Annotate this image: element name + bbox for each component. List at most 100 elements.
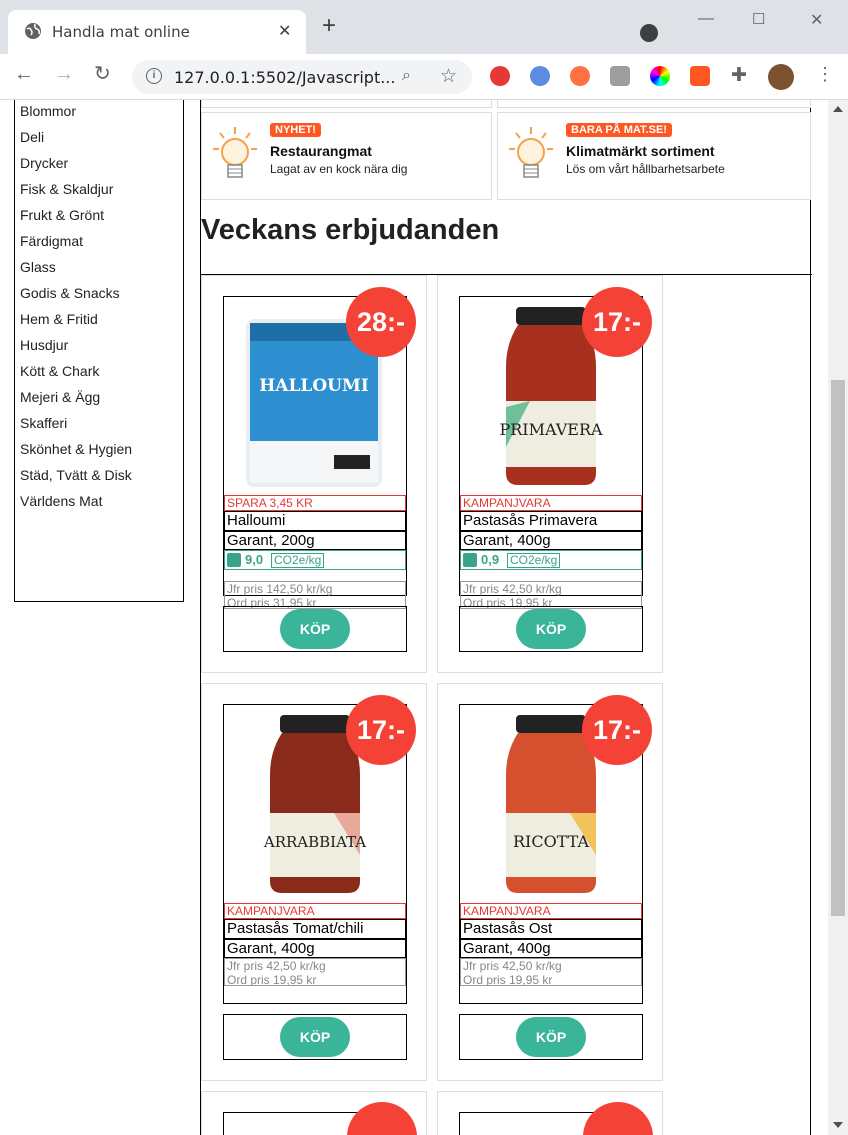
tab-title: Handla mat online: [52, 23, 190, 41]
buy-area: KÖP: [223, 606, 407, 652]
sidebar-item[interactable]: Fisk & Skaldjur: [20, 179, 183, 205]
product-name[interactable]: Pastasås Ost: [460, 919, 642, 939]
compare-price: Jfr pris 42,50 kr/kg: [463, 959, 562, 973]
campaign-tag: KAMPANJVARA: [460, 903, 642, 919]
svg-text:HALLOUMI: HALLOUMI: [259, 376, 369, 396]
product-card-partial: [201, 1091, 427, 1135]
scroll-thumb[interactable]: [831, 380, 845, 916]
extension-icon[interactable]: [690, 66, 710, 86]
reload-icon[interactable]: ↻: [94, 64, 111, 84]
url-text: 127.0.0.1:5502/Javascript...: [174, 68, 396, 87]
sidebar-item[interactable]: Skönhet & Hygien: [20, 439, 183, 465]
category-sidebar: Blommor Deli Drycker Fisk & Skaldjur Fru…: [14, 100, 184, 602]
compare-price: Jfr pris 142,50 kr/kg: [227, 582, 333, 596]
sidebar-item[interactable]: Godis & Snacks: [20, 283, 183, 309]
address-bar[interactable]: i 127.0.0.1:5502/Javascript... ⌕ ☆: [132, 60, 472, 94]
sidebar-item[interactable]: Drycker: [20, 153, 183, 179]
product-brand-size: Garant, 400g: [460, 531, 642, 550]
svg-text:ARRABBIATA: ARRABBIATA: [263, 833, 366, 851]
buy-area: KÖP: [459, 1014, 643, 1060]
price-info: Jfr pris 42,50 kr/kg Ord pris 19,95 kr: [224, 958, 406, 986]
extension-icon[interactable]: [570, 66, 590, 86]
back-icon[interactable]: ←: [14, 64, 34, 84]
camera-extension-icon[interactable]: [610, 66, 630, 86]
scroll-up-icon[interactable]: [833, 106, 843, 112]
ordinary-price: Ord pris 19,95 kr: [227, 973, 317, 986]
tab-close-icon[interactable]: ✕: [278, 21, 291, 41]
extensions-puzzle-icon[interactable]: ✚: [731, 64, 747, 87]
promo-card-partial: [201, 100, 492, 108]
new-tab-icon[interactable]: +: [322, 14, 336, 38]
site-info-icon[interactable]: i: [146, 68, 162, 84]
sidebar-item[interactable]: Husdjur: [20, 335, 183, 361]
sidebar-item[interactable]: Kött & Chark: [20, 361, 183, 387]
promo-card[interactable]: NYHET! Restaurangmat Lagat av en kock nä…: [201, 112, 492, 200]
promo-badge: NYHET!: [270, 123, 321, 137]
product-card: HALLOUMI 28:- SPARA 3,45 KR Halloumi Gar…: [201, 275, 427, 673]
main-content: NYHET! Restaurangmat Lagat av en kock nä…: [200, 100, 812, 1135]
promo-badge: BARA PÅ MAT.SE!: [566, 123, 672, 137]
zoom-icon[interactable]: ⌕: [402, 67, 411, 85]
leaf-icon: [463, 553, 477, 567]
buy-button[interactable]: KÖP: [280, 609, 350, 649]
product-brand-size: Garant, 400g: [224, 939, 406, 958]
savings-tag: SPARA 3,45 KR: [224, 495, 406, 511]
page-content: Blommor Deli Drycker Fisk & Skaldjur Fru…: [0, 100, 848, 1135]
adblock-extension-icon[interactable]: [490, 66, 510, 86]
sidebar-item[interactable]: Städ, Tvätt & Disk: [20, 465, 183, 491]
product-brand-size: Garant, 400g: [460, 939, 642, 958]
product-name[interactable]: Pastasås Primavera: [460, 511, 642, 531]
price-info: Jfr pris 42,50 kr/kg Ord pris 19,95 kr: [460, 581, 642, 609]
color-picker-extension-icon[interactable]: [650, 66, 670, 86]
bookmark-star-icon[interactable]: ☆: [440, 65, 457, 88]
product-card-partial: [437, 1091, 663, 1135]
co2-unit: CO2e/kg: [507, 553, 561, 568]
extension-icon[interactable]: [530, 66, 550, 86]
sidebar-item[interactable]: Skafferi: [20, 413, 183, 439]
promo-subtitle: Lös om vårt hållbarhetsarbete: [566, 162, 725, 176]
sidebar-item[interactable]: Glass: [20, 257, 183, 283]
sidebar-item[interactable]: Blommor: [20, 101, 183, 127]
svg-text:RICOTTA: RICOTTA: [513, 832, 589, 851]
buy-button[interactable]: KÖP: [280, 1017, 350, 1057]
promo-card-partial: [497, 100, 811, 108]
promo-card[interactable]: BARA PÅ MAT.SE! Klimatmärkt sortiment Lö…: [497, 112, 811, 200]
window-close-icon[interactable]: ✕: [810, 10, 823, 30]
vertical-scrollbar[interactable]: [828, 100, 848, 1135]
lightbulb-icon: [213, 127, 257, 178]
sidebar-item[interactable]: Hem & Fritid: [20, 309, 183, 335]
product-details: HALLOUMI 28:- SPARA 3,45 KR Halloumi Gar…: [223, 287, 416, 609]
price-badge: [347, 1102, 417, 1135]
compare-price: Jfr pris 42,50 kr/kg: [227, 959, 326, 973]
browser-tab[interactable]: Handla mat online ✕: [8, 10, 306, 54]
scroll-down-icon[interactable]: [833, 1122, 843, 1128]
lightbulb-icon: [509, 127, 553, 178]
section-heading: Veckans erbjudanden: [201, 214, 500, 246]
product-name[interactable]: Halloumi: [224, 511, 406, 531]
maximize-icon[interactable]: ☐: [752, 10, 765, 28]
buy-button[interactable]: KÖP: [516, 1017, 586, 1057]
sidebar-item[interactable]: Frukt & Grönt: [20, 205, 183, 231]
product-name[interactable]: Pastasås Tomat/chili: [224, 919, 406, 939]
promo-title: Klimatmärkt sortiment: [566, 143, 715, 159]
sidebar-item[interactable]: Världens Mat: [20, 491, 183, 517]
browser-toolbar: ← → ↻ i 127.0.0.1:5502/Javascript... ⌕ ☆: [0, 54, 848, 100]
promo-title: Restaurangmat: [270, 143, 372, 159]
ordinary-price: Ord pris 19,95 kr: [463, 973, 553, 986]
forward-icon[interactable]: →: [54, 64, 74, 84]
browser-menu-icon[interactable]: ⋮: [816, 64, 834, 85]
sidebar-item[interactable]: Mejeri & Ägg: [20, 387, 183, 413]
price-info: Jfr pris 42,50 kr/kg Ord pris 19,95 kr: [460, 958, 642, 986]
co2-value: 9,0: [245, 552, 264, 567]
product-card: RICOTTA 17:- KAMPANJVARA Pastasås Ost Ga…: [437, 683, 663, 1081]
buy-button[interactable]: KÖP: [516, 609, 586, 649]
price-badge: [583, 1102, 653, 1135]
minimize-icon[interactable]: —: [698, 10, 714, 28]
tab-search-icon[interactable]: [640, 24, 658, 42]
profile-avatar[interactable]: [768, 64, 794, 90]
price-badge: 28:-: [346, 287, 416, 357]
sidebar-item[interactable]: Färdigmat: [20, 231, 183, 257]
sidebar-item[interactable]: Deli: [20, 127, 183, 153]
promo-subtitle: Lagat av en kock nära dig: [270, 162, 408, 176]
leaf-icon: [227, 553, 241, 567]
